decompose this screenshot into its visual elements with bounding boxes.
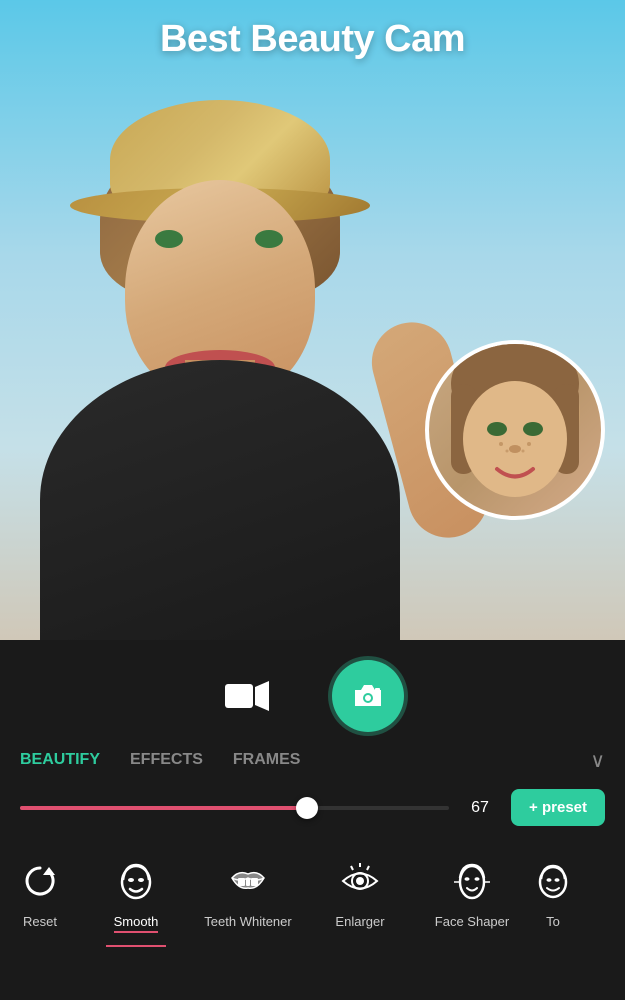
video-icon — [225, 679, 269, 713]
teeth-icon — [227, 856, 269, 906]
reset-icon — [21, 856, 59, 906]
camera-controls — [0, 640, 625, 747]
face-shaper-label: Face Shaper — [435, 914, 509, 929]
slider-fill — [20, 806, 307, 810]
app-title: Best Beauty Cam — [0, 18, 625, 61]
icons-row: Reset Smooth — [0, 846, 625, 947]
camera-button[interactable] — [332, 660, 404, 732]
teeth-label: Teeth Whitener — [204, 914, 291, 929]
body — [40, 360, 400, 640]
smooth-active-indicator — [106, 945, 166, 947]
icon-face-shaper[interactable]: Face Shaper — [416, 856, 528, 929]
icon-smooth[interactable]: Smooth — [80, 856, 192, 947]
slider-track[interactable] — [20, 806, 449, 810]
video-button[interactable] — [222, 671, 272, 721]
preset-button[interactable]: + preset — [511, 789, 605, 826]
slider-thumb[interactable] — [296, 797, 318, 819]
slider-row: 67 + preset — [0, 789, 625, 826]
icon-enlarger[interactable]: Enlarger — [304, 856, 416, 929]
face-shaper-icon — [451, 856, 493, 906]
icon-reset[interactable]: Reset — [0, 856, 80, 929]
photo-area: Best Beauty Cam — [0, 0, 625, 640]
enlarger-label: Enlarger — [335, 914, 384, 929]
tab-beautify[interactable]: BEAUTIFY — [20, 747, 100, 773]
camera-icon — [349, 680, 387, 712]
tab-effects[interactable]: EFFECTS — [130, 747, 203, 773]
tab-frames[interactable]: FRAMES — [233, 747, 301, 773]
smooth-icon — [115, 856, 157, 906]
reset-label: Reset — [23, 914, 57, 929]
eye-right — [255, 230, 283, 248]
slider-value: 67 — [465, 799, 495, 817]
icon-to[interactable]: To — [528, 856, 578, 929]
bottom-panel: BEAUTIFY EFFECTS FRAMES ∨ 67 + preset Re… — [0, 640, 625, 1000]
comparison-face — [425, 340, 605, 520]
eye-left — [155, 230, 183, 248]
chevron-down-icon[interactable]: ∨ — [590, 748, 605, 773]
icon-teeth[interactable]: Teeth Whitener — [192, 856, 304, 929]
to-icon — [532, 856, 574, 906]
smooth-label: Smooth — [114, 914, 159, 933]
circle-face-svg — [429, 344, 601, 516]
enlarger-icon — [339, 856, 381, 906]
tabs-row: BEAUTIFY EFFECTS FRAMES ∨ — [0, 747, 625, 773]
to-label: To — [546, 914, 560, 929]
main-person — [0, 40, 450, 640]
